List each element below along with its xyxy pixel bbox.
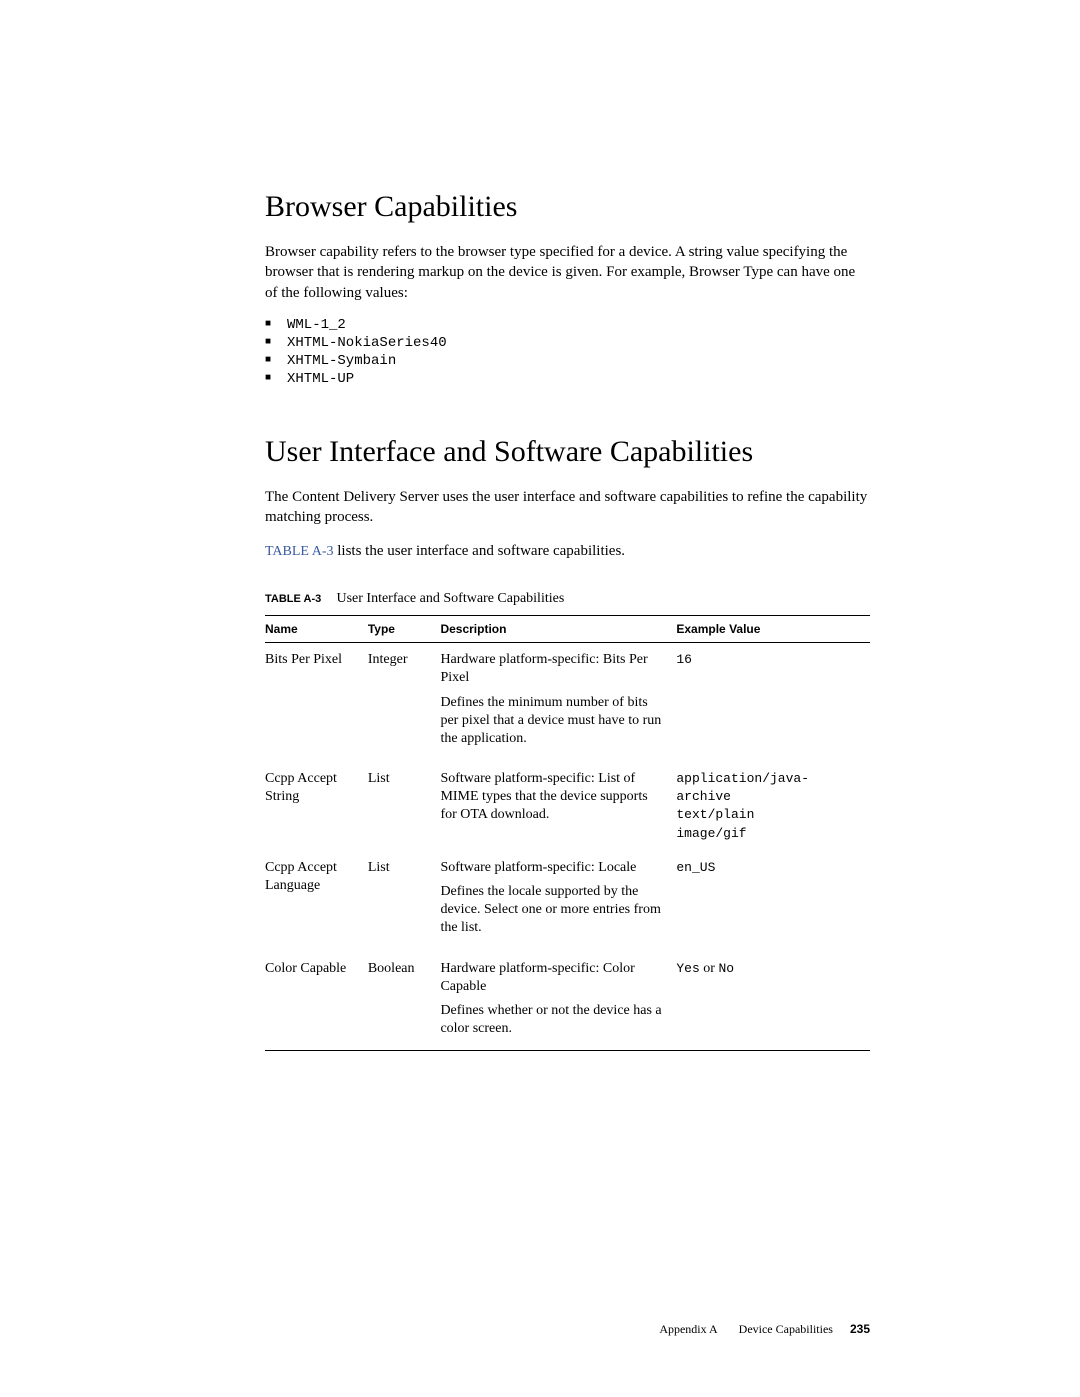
cell-description: Hardware platform-specific: Bits Per Pix… xyxy=(440,643,676,762)
cell-example: application/java-archive text/plain imag… xyxy=(676,762,870,851)
section-heading-ui: User Interface and Software Capabilities xyxy=(265,435,870,469)
example-value: 16 xyxy=(676,652,692,667)
cell-example: en_US xyxy=(676,851,870,952)
example-value-no: No xyxy=(718,961,734,976)
footer-page-number: 235 xyxy=(850,1322,870,1336)
desc-secondary: Defines the minimum number of bits per p… xyxy=(440,694,666,749)
example-value-yes: Yes xyxy=(676,961,699,976)
footer-chapter: Device Capabilities xyxy=(739,1322,833,1336)
table-caption: TABLE A-3 User Interface and Software Ca… xyxy=(265,590,870,607)
col-header-description: Description xyxy=(440,616,676,643)
section-heading-browser: Browser Capabilities xyxy=(265,190,870,224)
desc-primary: Software platform-specific: List of MIME… xyxy=(440,770,666,825)
col-header-example: Example Value xyxy=(676,616,870,643)
example-value: application/java-archive text/plain imag… xyxy=(676,771,809,841)
cell-type: Boolean xyxy=(368,952,441,1051)
cell-name: Ccpp Accept String xyxy=(265,762,368,851)
browser-type-list: WML-1_2 XHTML-NokiaSeries40 XHTML-Symbai… xyxy=(265,317,870,387)
col-header-type: Type xyxy=(368,616,441,643)
table-header-row: Name Type Description Example Value xyxy=(265,616,870,643)
cell-description: Software platform-specific: List of MIME… xyxy=(440,762,676,851)
table-title: User Interface and Software Capabilities xyxy=(336,591,564,606)
example-or: or xyxy=(700,961,719,976)
table-label: TABLE A-3 xyxy=(265,593,321,605)
cell-example: 16 xyxy=(676,643,870,762)
section-paragraph-ui-2: TABLE A-3 lists the user interface and s… xyxy=(265,541,870,562)
reference-rest: lists the user interface and software ca… xyxy=(333,543,625,559)
list-item: WML-1_2 xyxy=(265,317,870,333)
list-item: XHTML-NokiaSeries40 xyxy=(265,335,870,351)
desc-primary: Hardware platform-specific: Color Capabl… xyxy=(440,960,666,996)
cell-type: Integer xyxy=(368,643,441,762)
capabilities-table: Name Type Description Example Value Bits… xyxy=(265,615,870,1051)
table-row: Bits Per Pixel Integer Hardware platform… xyxy=(265,643,870,762)
cell-description: Software platform-specific: Locale Defin… xyxy=(440,851,676,952)
cell-name: Color Capable xyxy=(265,952,368,1051)
cell-type: List xyxy=(368,851,441,952)
section-paragraph-browser: Browser capability refers to the browser… xyxy=(265,242,870,303)
cell-name: Ccpp Accept Language xyxy=(265,851,368,952)
table-row: Ccpp Accept Language List Software platf… xyxy=(265,851,870,952)
list-item: XHTML-UP xyxy=(265,371,870,387)
col-header-name: Name xyxy=(265,616,368,643)
footer-appendix: Appendix A xyxy=(659,1322,717,1336)
desc-primary: Software platform-specific: Locale xyxy=(440,859,666,877)
cell-name: Bits Per Pixel xyxy=(265,643,368,762)
table-reference-link[interactable]: TABLE A-3 xyxy=(265,544,333,559)
list-item: XHTML-Symbain xyxy=(265,353,870,369)
desc-primary: Hardware platform-specific: Bits Per Pix… xyxy=(440,651,666,687)
table-row: Ccpp Accept String List Software platfor… xyxy=(265,762,870,851)
document-page: Browser Capabilities Browser capability … xyxy=(0,0,1080,1397)
cell-description: Hardware platform-specific: Color Capabl… xyxy=(440,952,676,1051)
desc-secondary: Defines whether or not the device has a … xyxy=(440,1002,666,1038)
desc-secondary: Defines the locale supported by the devi… xyxy=(440,883,666,938)
cell-type: List xyxy=(368,762,441,851)
example-value: en_US xyxy=(676,860,715,875)
cell-example: Yes or No xyxy=(676,952,870,1051)
section-paragraph-ui-1: The Content Delivery Server uses the use… xyxy=(265,487,870,528)
table-row: Color Capable Boolean Hardware platform-… xyxy=(265,952,870,1051)
page-footer: Appendix A Device Capabilities 235 xyxy=(659,1322,870,1337)
